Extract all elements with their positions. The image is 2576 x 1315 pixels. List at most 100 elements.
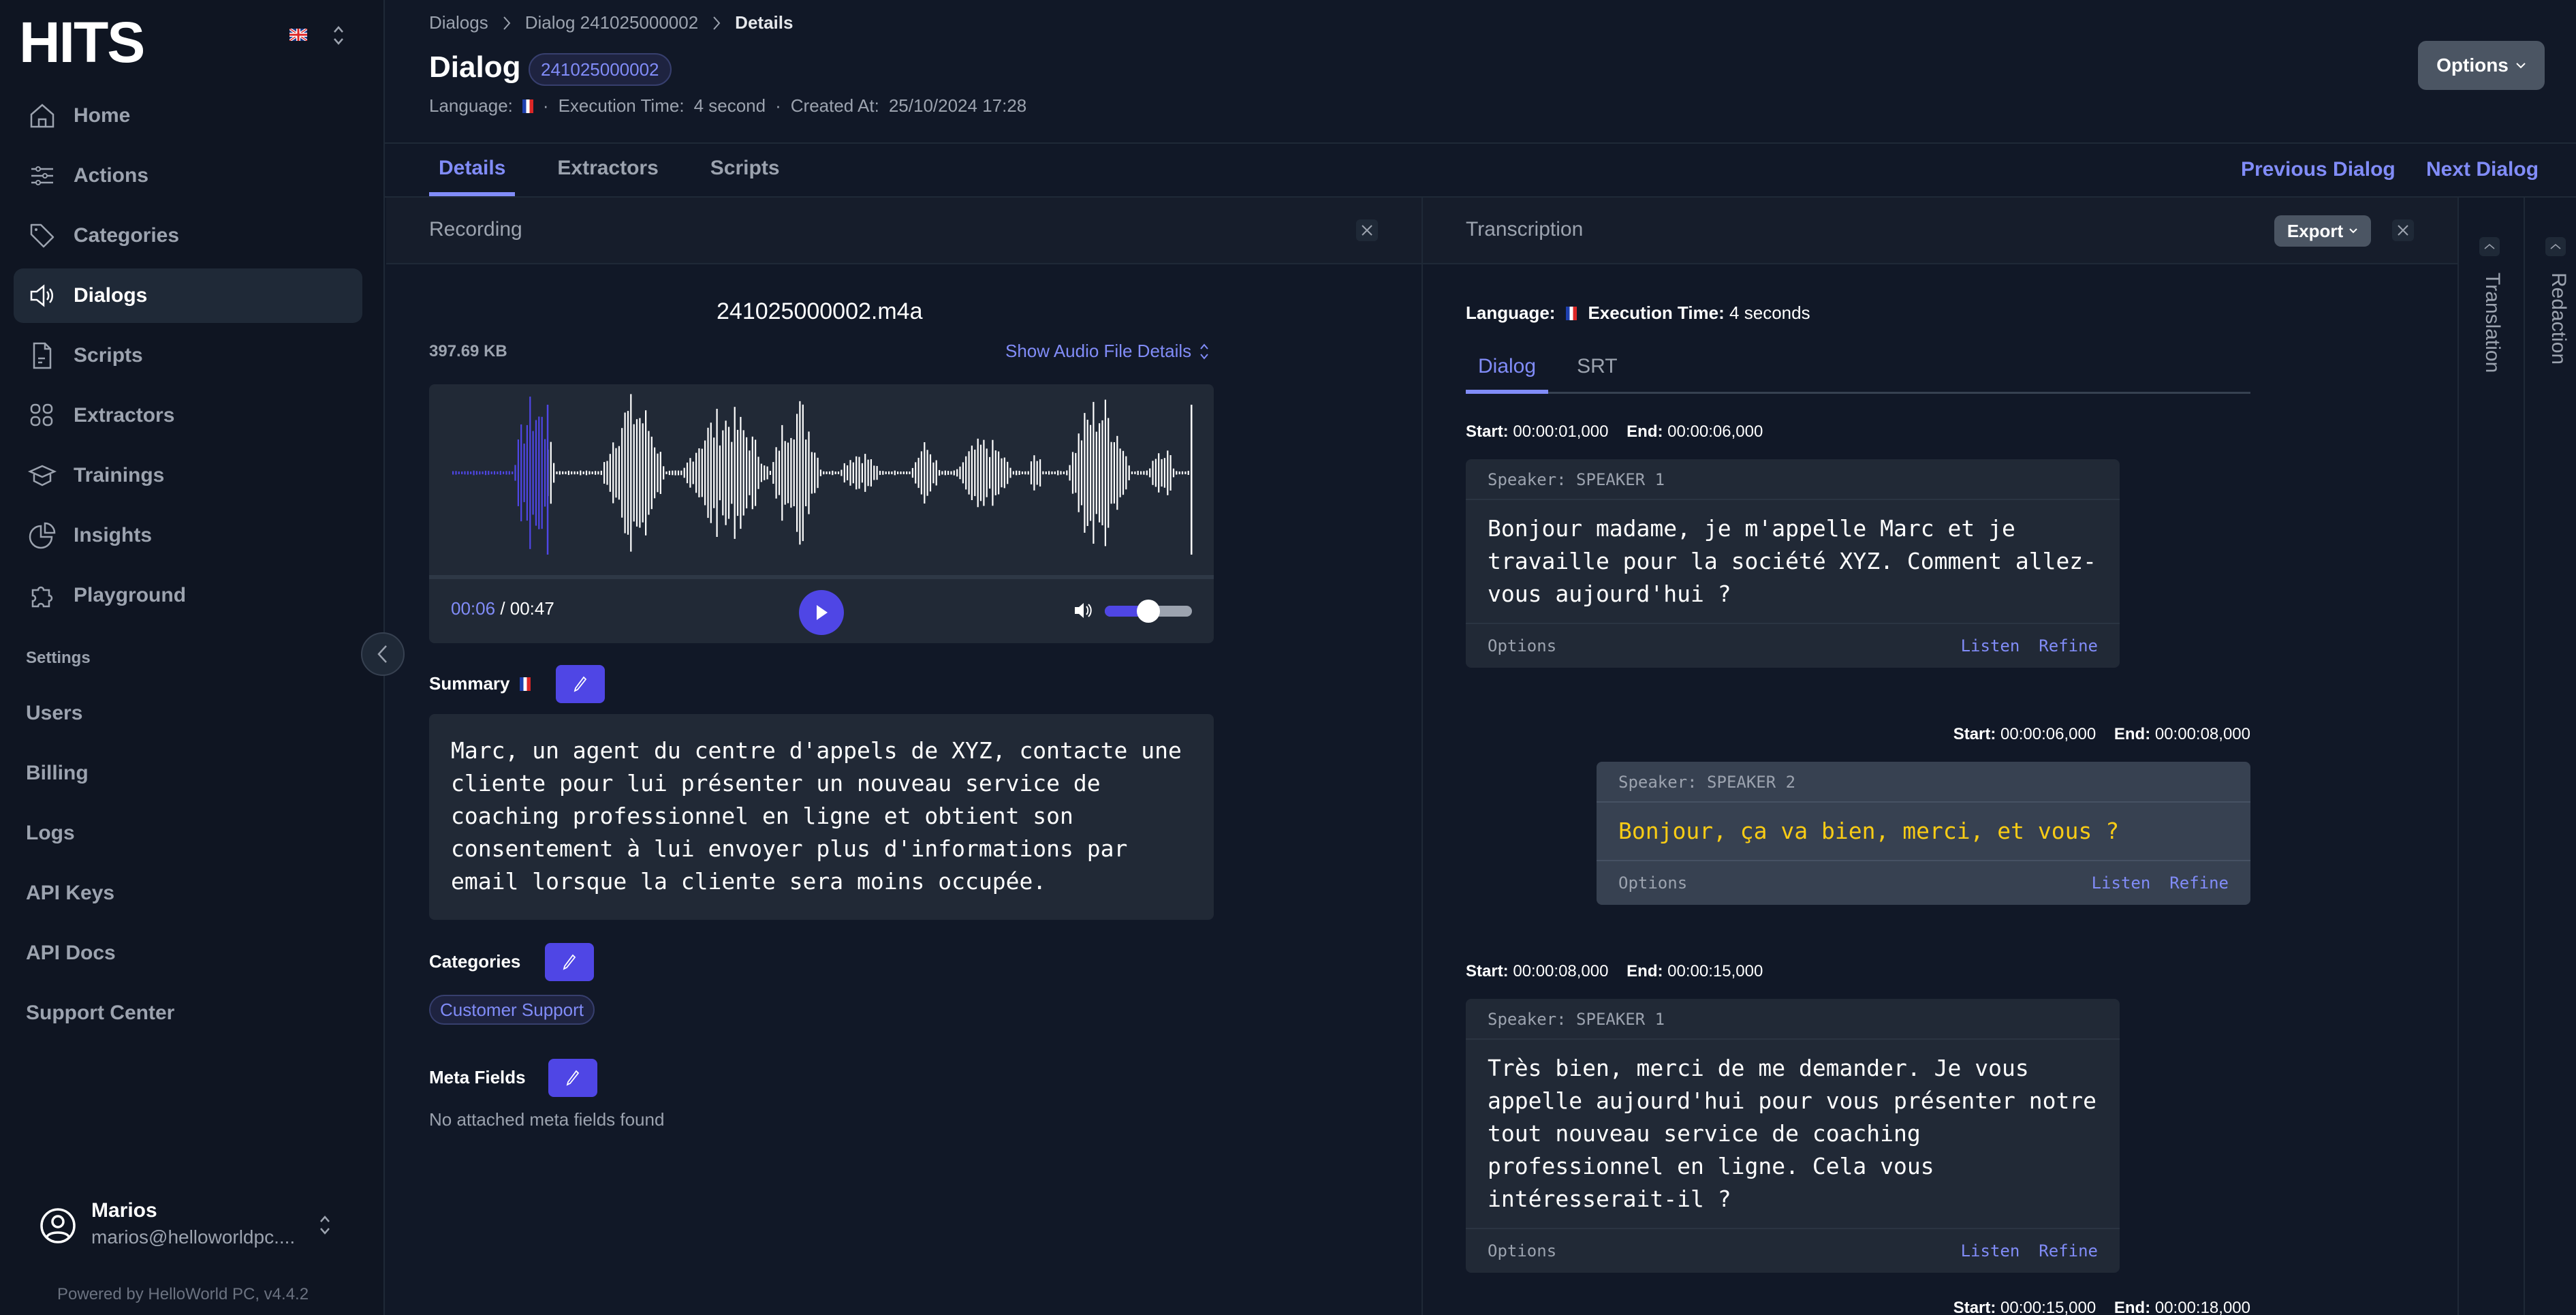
sidebar-item-users[interactable]: Users [26, 702, 82, 725]
transcription-meta: Language: Execution Time: 4 seconds [1466, 303, 1810, 324]
waveform-bar [953, 470, 955, 476]
sidebar-item-api-keys[interactable]: API Keys [26, 882, 114, 905]
waveform-bar [1027, 471, 1029, 475]
waveform-bar [1108, 418, 1110, 528]
close-recording-button[interactable] [1356, 219, 1378, 241]
breadcrumb-dialog[interactable]: Dialog 241025000002 [525, 12, 698, 33]
waveform-bar [618, 446, 620, 500]
tab-scripts[interactable]: Scripts [701, 143, 789, 196]
waveform-bar [1101, 420, 1103, 525]
close-icon [1362, 225, 1372, 236]
sidebar-item-home[interactable]: Home [14, 89, 362, 143]
play-button[interactable] [799, 590, 844, 635]
waveform-bar [766, 466, 768, 480]
segment-options-button[interactable]: Options [1488, 1241, 1942, 1260]
waveform-bar [719, 445, 721, 501]
sidebar-item-support-center[interactable]: Support Center [26, 1002, 174, 1025]
graduation-cap-icon [27, 465, 57, 486]
time-separator: / [500, 598, 510, 619]
waveform-bar [811, 452, 813, 494]
volume-icon[interactable] [1072, 600, 1094, 621]
options-button[interactable]: Options [2418, 41, 2545, 90]
sidebar-item-actions[interactable]: Actions [14, 149, 362, 203]
sidebar-item-api-docs[interactable]: API Docs [26, 942, 116, 965]
redaction-label[interactable]: Redaction [2547, 273, 2570, 365]
fr-flag-icon [1566, 306, 1577, 320]
sidebar-item-trainings[interactable]: Trainings [14, 448, 362, 503]
expand-redaction-button[interactable] [2545, 237, 2566, 256]
waveform-bar [668, 470, 670, 476]
playback-time: 00:06 / 00:47 [451, 598, 554, 619]
sidebar-item-scripts[interactable]: Scripts [14, 328, 362, 383]
playhead[interactable] [546, 405, 549, 555]
tab-srt[interactable]: SRT [1565, 347, 1629, 392]
edit-summary-button[interactable] [556, 665, 605, 703]
options-label: Options [2436, 55, 2509, 76]
sidebar-item-dialogs[interactable]: Dialogs [14, 268, 362, 323]
audio-waveform[interactable] [429, 384, 1214, 575]
segment-options-button[interactable]: Options [1488, 636, 1942, 655]
waveform-bar [861, 463, 863, 483]
waveform-bar [1131, 471, 1133, 474]
breadcrumb-dialogs[interactable]: Dialogs [429, 12, 488, 33]
edit-categories-button[interactable] [545, 943, 594, 981]
waveform-bar [1024, 471, 1026, 475]
waveform-bar [1163, 458, 1165, 488]
next-dialog-link[interactable]: Next Dialog [2426, 158, 2539, 181]
tab-details[interactable]: Details [429, 143, 516, 196]
listen-button[interactable]: Listen [1961, 1241, 2020, 1260]
hits-logo[interactable]: HITS [19, 4, 155, 74]
transcript-segment: Speaker: SPEAKER 1 Très bien, merci de m… [1466, 999, 2120, 1273]
waveform-bar [971, 446, 973, 500]
listen-button[interactable]: Listen [2092, 873, 2151, 893]
sidebar-item-playground[interactable]: Playground [14, 568, 362, 623]
edit-meta-fields-button[interactable] [548, 1059, 597, 1097]
waveform-bar [749, 450, 751, 495]
close-transcription-button[interactable] [2392, 219, 2414, 241]
chevron-up-down-icon[interactable] [332, 25, 345, 46]
sidebar-item-logs[interactable]: Logs [26, 822, 75, 845]
document-icon [33, 342, 52, 369]
waveform-bar [947, 471, 949, 475]
waveform-bar [597, 471, 599, 475]
waveform-bar [591, 471, 593, 474]
waveform-bar [992, 439, 994, 506]
expand-translation-button[interactable] [2479, 237, 2500, 256]
sidebar-item-insights[interactable]: Insights [14, 508, 362, 563]
refine-button[interactable]: Refine [2169, 873, 2229, 893]
tab-extractors[interactable]: Extractors [548, 143, 667, 196]
waveform-bar [855, 456, 858, 490]
segment-text[interactable]: Bonjour, ça va bien, merci, et vous ? [1597, 803, 2250, 861]
tab-dialog[interactable]: Dialog [1466, 347, 1549, 394]
sidebar-item-billing[interactable]: Billing [26, 762, 89, 785]
waveform-bar [989, 457, 991, 489]
waveform-bar [864, 454, 866, 492]
separator-dot: · [542, 95, 549, 116]
listen-button[interactable]: Listen [1961, 636, 2020, 655]
refine-button[interactable]: Refine [2039, 636, 2098, 655]
user-menu[interactable]: Marios marios@helloworldpc.... [40, 1199, 339, 1254]
waveform-bar [1071, 452, 1074, 494]
refine-button[interactable]: Refine [2039, 1241, 2098, 1260]
sidebar-item-extractors[interactable]: Extractors [14, 388, 362, 443]
previous-dialog-link[interactable]: Previous Dialog [2241, 158, 2396, 181]
translation-label[interactable]: Translation [2481, 273, 2504, 373]
show-audio-details-button[interactable]: Show Audio File Details [1005, 341, 1209, 362]
volume-thumb[interactable] [1137, 600, 1160, 623]
waveform-bar [808, 431, 810, 514]
segment-text[interactable]: Bonjour madame, je m'appelle Marc et je … [1466, 500, 2120, 624]
waveform-bar [1104, 399, 1106, 546]
category-chip[interactable]: Customer Support [429, 995, 595, 1025]
segment-text[interactable]: Très bien, merci de me demander. Je vous… [1466, 1040, 2120, 1229]
pencil-icon [566, 1070, 580, 1086]
waveform-bar [677, 470, 680, 476]
sidebar-item-categories[interactable]: Categories [14, 208, 362, 263]
uk-flag-icon[interactable] [289, 29, 307, 41]
export-button[interactable]: Export [2274, 215, 2371, 247]
waveform-bar [968, 451, 970, 495]
chevron-down-icon [2516, 63, 2526, 69]
waveform-bar [755, 439, 757, 506]
sidebar-item-label: Scripts [74, 344, 143, 367]
segment-options-button[interactable]: Options [1618, 873, 2073, 893]
collapse-sidebar-button[interactable] [361, 632, 405, 676]
